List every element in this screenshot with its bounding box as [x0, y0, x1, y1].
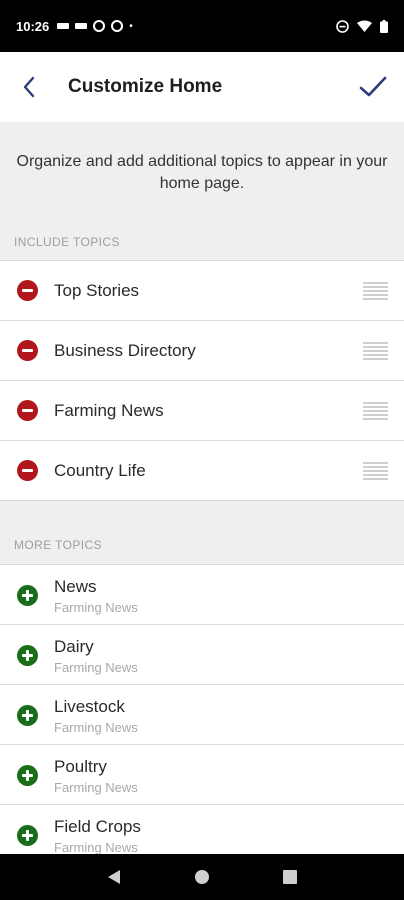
page-title: Customize Home — [68, 76, 223, 97]
topic-category: Farming News — [54, 720, 138, 735]
notification-icon — [111, 20, 124, 32]
remove-topic-button[interactable] — [0, 321, 54, 381]
topic-label: Country Life — [54, 460, 146, 480]
minus-circle-icon — [16, 400, 38, 421]
topic-category: Farming News — [54, 600, 138, 615]
section-divider — [0, 500, 404, 526]
add-topic-button[interactable] — [0, 565, 54, 625]
more-topics-header: MORE TOPICS — [0, 526, 404, 564]
remove-topic-button[interactable] — [0, 261, 54, 321]
more-topic-row: Livestock Farming News — [0, 685, 404, 745]
remove-topic-button[interactable] — [0, 441, 54, 501]
topic-name: Field Crops — [54, 817, 141, 836]
include-topic-row: Farming News — [0, 381, 404, 441]
wifi-icon — [357, 20, 372, 32]
more-topic-row: Dairy Farming News — [0, 625, 404, 685]
add-topic-button[interactable] — [0, 745, 54, 805]
drag-handle-icon[interactable] — [363, 402, 388, 420]
minus-circle-icon — [16, 280, 38, 301]
topic-text: Dairy Farming News — [54, 625, 138, 677]
chevron-left-icon — [23, 76, 35, 98]
status-bar: 10:26 • — [0, 0, 404, 52]
topic-name: Poultry — [54, 757, 107, 776]
more-topic-row: News Farming News — [0, 565, 404, 625]
topic-text: Field Crops Farming News — [54, 805, 141, 857]
plus-circle-icon — [16, 764, 38, 786]
plus-circle-icon — [16, 584, 38, 606]
description-text: Organize and add additional topics to ap… — [16, 153, 388, 192]
nav-recents-button[interactable] — [270, 857, 310, 897]
add-topic-button[interactable] — [0, 685, 54, 745]
status-dot: • — [129, 20, 133, 32]
nav-back-button[interactable] — [94, 857, 134, 897]
minus-circle-icon — [16, 340, 38, 361]
topic-category: Farming News — [54, 780, 138, 795]
dnd-icon — [336, 19, 349, 33]
done-button[interactable] — [342, 52, 404, 122]
topic-name: Dairy — [54, 637, 94, 656]
include-topics-header: INCLUDE TOPICS — [0, 224, 404, 260]
drag-handle-icon[interactable] — [363, 342, 388, 360]
status-time: 10:26 — [16, 18, 50, 34]
home-circle-icon — [195, 870, 209, 884]
check-icon — [359, 76, 387, 97]
remove-topic-button[interactable] — [0, 381, 54, 441]
description-panel: Organize and add additional topics to ap… — [0, 122, 404, 224]
drag-handle-icon[interactable] — [363, 282, 388, 300]
minus-circle-icon — [16, 460, 38, 481]
notification-icon — [75, 23, 88, 29]
include-topic-row: Business Directory — [0, 321, 404, 381]
drag-handle-icon[interactable] — [363, 462, 388, 480]
back-button[interactable] — [0, 52, 58, 122]
status-system-icons — [336, 19, 388, 33]
notification-icon — [57, 23, 70, 29]
system-nav-bar — [0, 854, 404, 900]
app-bar: Customize Home — [0, 52, 404, 122]
topic-label: Farming News — [54, 400, 164, 420]
include-topic-row: Country Life — [0, 441, 404, 501]
more-topics-list: News Farming News Dairy Farming News Liv… — [0, 564, 404, 865]
plus-circle-icon — [16, 644, 38, 666]
plus-circle-icon — [16, 824, 38, 846]
recents-square-icon — [283, 870, 297, 884]
plus-circle-icon — [16, 704, 38, 726]
topic-label: Business Directory — [54, 340, 196, 360]
topic-category: Farming News — [54, 660, 138, 675]
include-topic-row: Top Stories — [0, 261, 404, 321]
add-topic-button[interactable] — [0, 625, 54, 685]
more-topic-row: Poultry Farming News — [0, 745, 404, 805]
topic-label: Top Stories — [54, 280, 140, 300]
back-triangle-icon — [108, 870, 120, 884]
topic-text: Livestock Farming News — [54, 685, 138, 737]
topic-text: News Farming News — [54, 565, 138, 617]
status-notification-icons: • — [57, 20, 133, 32]
battery-icon — [380, 19, 388, 33]
topic-name: News — [54, 577, 97, 596]
include-topics-list: Top Stories Business Directory Farming N… — [0, 260, 404, 501]
topic-name: Livestock — [54, 697, 125, 716]
notification-icon — [93, 20, 106, 32]
screen: 10:26 • Customize Home Organize and add … — [0, 0, 404, 900]
nav-home-button[interactable] — [182, 857, 222, 897]
topic-text: Poultry Farming News — [54, 745, 138, 797]
